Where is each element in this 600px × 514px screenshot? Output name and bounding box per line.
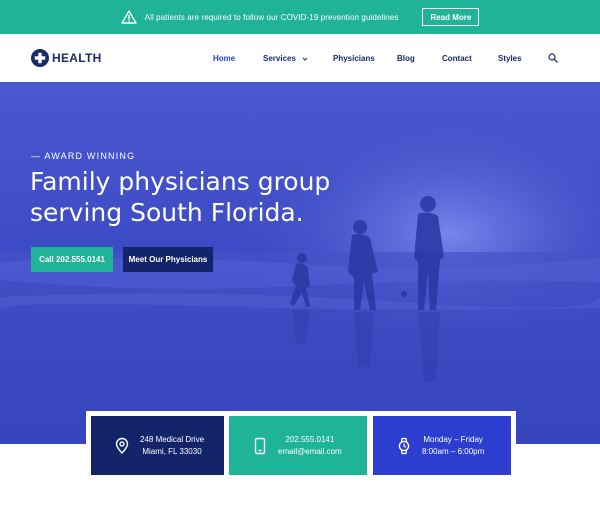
phone-card[interactable]: 202.555.0141 email@email.com <box>229 416 367 475</box>
plus-circle-icon <box>31 49 49 67</box>
watch-icon <box>398 437 410 454</box>
nav-contact[interactable]: Contact <box>442 54 472 63</box>
hero-headline-line2: serving South Florida. <box>30 198 304 227</box>
nav-home[interactable]: Home <box>213 54 235 63</box>
map-pin-icon <box>115 437 129 454</box>
address-line1: 248 Medical Drive <box>140 434 205 444</box>
search-icon[interactable] <box>548 53 558 63</box>
hours-days: Monday – Friday <box>423 434 483 444</box>
chevron-down-icon <box>302 57 308 61</box>
phone-number[interactable]: 202.555.0141 <box>278 434 342 446</box>
hero-headline: Family physicians group serving South Fl… <box>30 166 390 228</box>
warning-triangle-icon <box>120 10 137 24</box>
meet-physicians-button[interactable]: Meet Our Physicians <box>123 247 213 272</box>
phone-icon <box>254 437 266 454</box>
hours-card: Monday – Friday 8:00am – 6:00pm <box>373 416 511 475</box>
logo[interactable]: HEALTH <box>31 49 102 67</box>
read-more-button[interactable]: Read More <box>422 8 480 26</box>
email-address[interactable]: email@email.com <box>278 446 342 458</box>
nav-services-label: Services <box>263 54 296 63</box>
address-line2: Miami, FL 33030 <box>142 446 202 456</box>
nav-styles[interactable]: Styles <box>498 54 522 63</box>
nav-services[interactable]: Services <box>263 54 308 63</box>
hero-section: — AWARD WINNING Family physicians group … <box>0 82 600 444</box>
call-button[interactable]: Call 202.555.0141 <box>31 247 113 272</box>
covid-alert-bar: All patients are required to follow our … <box>0 0 600 34</box>
address-card: 248 Medical Drive Miami, FL 33030 <box>91 416 224 475</box>
nav-blog[interactable]: Blog <box>397 54 415 63</box>
logo-text: HEALTH <box>52 51 102 65</box>
info-cards: 248 Medical Drive Miami, FL 33030 202.55… <box>86 411 516 480</box>
site-header: HEALTH Home Services Physicians Blog Con… <box>0 34 600 82</box>
hero-eyebrow: — AWARD WINNING <box>31 151 136 161</box>
nav-physicians[interactable]: Physicians <box>333 54 375 63</box>
hours-time: 8:00am – 6:00pm <box>422 446 485 456</box>
hero-headline-line1: Family physicians group <box>30 167 331 196</box>
alert-text: All patients are required to follow our … <box>144 12 399 22</box>
